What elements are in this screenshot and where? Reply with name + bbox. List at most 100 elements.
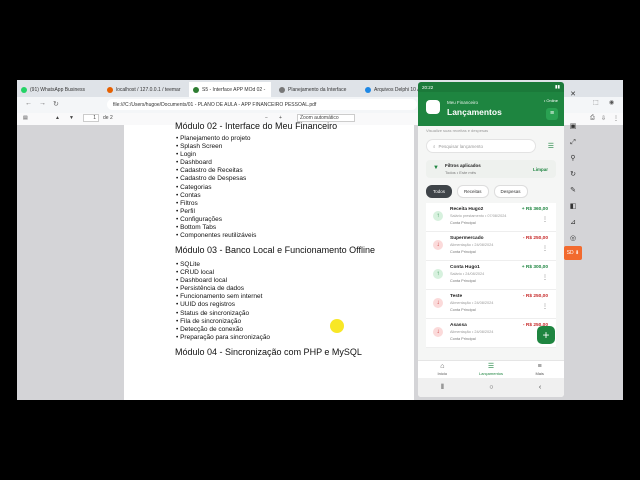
more-options-icon[interactable]: ⋮ bbox=[542, 245, 548, 252]
expense-arrow-icon: ↓ bbox=[433, 298, 443, 308]
page-number-input[interactable]: 1 bbox=[83, 114, 99, 122]
pdf-list-modulo-02: • Planejamento do projeto • Splash Screen… bbox=[176, 135, 256, 240]
tab-despesas[interactable]: Despesas bbox=[493, 185, 528, 198]
pdf-list-item: • Dashboard bbox=[176, 159, 212, 167]
extensions-icon[interactable]: ⬚ bbox=[593, 99, 599, 106]
battery-icon: ▮▮ bbox=[555, 84, 560, 89]
more-options-icon[interactable]: ⋮ bbox=[542, 303, 548, 310]
tab-whatsapp[interactable]: (91) WhatsApp Business bbox=[17, 82, 99, 97]
clear-filter-button[interactable]: Limpar bbox=[533, 167, 548, 172]
app-header: Meu Financeiro Lançamentos • Online ≡ bbox=[418, 92, 564, 126]
chart-icon[interactable]: ⊿ bbox=[568, 218, 578, 228]
forward-icon[interactable]: → bbox=[39, 100, 46, 107]
transaction-row[interactable]: ↑ Conta Hugo1 Salário • 24/08/2024 Conta Pr… bbox=[426, 261, 556, 290]
transaction-name: Supermercado bbox=[450, 236, 484, 241]
fullscreen-icon[interactable]: ⤢ bbox=[568, 138, 578, 148]
wallet-icon bbox=[426, 100, 440, 114]
menu-dots-icon[interactable]: ⋮ bbox=[613, 115, 619, 122]
target-icon[interactable]: ◎ bbox=[568, 234, 578, 244]
more-options-icon[interactable]: ⋮ bbox=[542, 274, 548, 281]
reload-icon[interactable]: ↻ bbox=[53, 100, 59, 108]
funnel-icon: ▼ bbox=[433, 165, 439, 171]
transaction-account: Conta Principal bbox=[450, 221, 476, 225]
profile-icon[interactable]: ◉ bbox=[609, 99, 614, 106]
transaction-account: Conta Principal bbox=[450, 279, 476, 283]
transaction-desc: Salário prestamento • 07/08/2024 bbox=[450, 214, 507, 218]
pdf-list-item: • Componentes reutilizáveis bbox=[176, 232, 257, 240]
pdf-list-item: • Cadastro de Receitas bbox=[176, 167, 243, 175]
tab-localhost[interactable]: localhost / 127.0.0.1 / teemar bbox=[103, 82, 185, 97]
section-hint: Visualize suas receitas e despesas bbox=[426, 128, 489, 133]
transaction-name: Asassa bbox=[450, 323, 467, 328]
home-circle-icon[interactable]: ○ bbox=[489, 384, 493, 391]
tab-planejamento[interactable]: Planejamento da Interface bbox=[275, 82, 357, 97]
cursor-highlight bbox=[330, 319, 344, 333]
pdf-heading-modulo-03: Módulo 03 - Banco Local e Funcionamento … bbox=[175, 245, 375, 255]
back-icon[interactable]: ← bbox=[25, 100, 32, 107]
more-options-icon[interactable]: ⋮ bbox=[542, 216, 548, 223]
page-total: de 2 bbox=[103, 115, 113, 121]
app-subtitle: Meu Financeiro bbox=[447, 100, 479, 105]
prev-page-icon[interactable]: ▲ bbox=[55, 115, 60, 121]
status-badge: • Online bbox=[543, 98, 558, 103]
income-arrow-icon: ↑ bbox=[433, 211, 443, 221]
pdf-list-item: • Status de sincronização bbox=[176, 309, 250, 317]
save-icon[interactable]: ⇩ bbox=[601, 115, 606, 122]
bottom-tabs: ⌂ Início ☰ Lançamentos ≡ Mais bbox=[418, 360, 564, 379]
pdf-list-item: • UUID dos registros bbox=[176, 301, 235, 309]
pdf-list-item: • Cadastro de Despesas bbox=[176, 175, 247, 183]
close-icon[interactable]: ✕ bbox=[568, 90, 578, 100]
home-icon: ⌂ bbox=[440, 363, 445, 370]
transaction-row[interactable]: ↑ Receita Hugo2 Salário prestamento • 07/0… bbox=[426, 203, 556, 232]
nav-inicio[interactable]: ⌂ Início bbox=[418, 361, 467, 379]
pdf-list-item: • CRUD local bbox=[176, 269, 215, 277]
tab-todos[interactable]: Todos bbox=[426, 185, 453, 198]
transaction-name: Receita Hugo2 bbox=[450, 207, 484, 212]
pdf-list-item: • SQLite bbox=[176, 261, 200, 268]
transaction-desc: Alimentação • 24/08/2024 bbox=[450, 301, 494, 305]
whatsapp-icon bbox=[21, 86, 27, 93]
drive-icon bbox=[365, 86, 371, 93]
search-input[interactable]: ⌕ Pesquisar lançamento bbox=[426, 139, 536, 153]
nav-mais[interactable]: ≡ Mais bbox=[515, 361, 564, 379]
sd-badge[interactable]: SD ⬇ bbox=[564, 246, 582, 260]
back-arrow-icon[interactable]: ‹ bbox=[539, 384, 541, 391]
sidebar-toggle-icon[interactable]: ▤ bbox=[23, 115, 28, 121]
type-tabs: Todos Receitas Despesas bbox=[426, 185, 528, 198]
nav-lancamentos[interactable]: ☰ Lançamentos bbox=[467, 361, 516, 379]
transactions-list: ↑ Receita Hugo2 Salário prestamento • 07/0… bbox=[426, 203, 556, 348]
url-field[interactable]: file:///C:/Users/hugoe/Documents/01 - PL… bbox=[107, 99, 417, 110]
pen-icon[interactable]: ✎ bbox=[568, 186, 578, 196]
filter-icon[interactable]: ☰ bbox=[548, 142, 554, 150]
add-transaction-button[interactable]: + bbox=[537, 326, 555, 344]
transaction-value: - R$ 250,00 bbox=[522, 236, 548, 241]
tab-interface[interactable]: S5 - Interface APP MOd 02 - bbox=[189, 82, 271, 97]
pdf-list-item: • Preparação para sincronização bbox=[176, 333, 271, 341]
pdf-list-item: • Categorias bbox=[176, 183, 212, 191]
android-emulator: 20:22 ▮▮ Meu Financeiro Lançamentos • Onl… bbox=[418, 82, 564, 397]
pdf-list-item: • Perfil bbox=[176, 207, 195, 215]
recents-icon[interactable]: ⦀ bbox=[441, 384, 444, 392]
transaction-value: + R$ 300,00 bbox=[521, 265, 548, 270]
menu-button[interactable]: ≡ bbox=[546, 108, 558, 120]
rotate-icon[interactable]: ↻ bbox=[568, 170, 578, 180]
next-page-icon[interactable]: ▼ bbox=[69, 115, 74, 121]
print-icon[interactable]: ⎙ bbox=[590, 115, 595, 122]
pin-icon[interactable]: ⚲ bbox=[568, 154, 578, 164]
transaction-desc: Salário • 24/08/2024 bbox=[450, 272, 485, 276]
document-icon bbox=[279, 86, 285, 93]
desktop-screen: (91) WhatsApp Business localhost / 127.0… bbox=[17, 80, 623, 400]
transaction-desc: Alimentação • 24/08/2024 bbox=[450, 330, 494, 334]
screenshot-icon[interactable]: ▣ bbox=[568, 122, 578, 132]
transaction-row[interactable]: ↓ Teste Alimentação • 24/08/2024 Conta Prin… bbox=[426, 290, 556, 319]
more-icon: ≡ bbox=[537, 363, 542, 370]
pdf-list-item: • Filtros bbox=[176, 199, 198, 207]
transaction-row[interactable]: ↓ Supermercado Alimentação • 24/08/2024 Con… bbox=[426, 232, 556, 261]
pdf-heading-modulo-02: Módulo 02 - Interface do Meu Financeiro bbox=[175, 121, 338, 131]
pdf-list-modulo-03: • SQLite • CRUD local • Dashboard local • P… bbox=[176, 261, 270, 342]
expense-arrow-icon: ↓ bbox=[433, 240, 443, 250]
layers-icon[interactable]: ◧ bbox=[568, 202, 578, 212]
tab-receitas[interactable]: Receitas bbox=[457, 185, 489, 198]
transaction-account: Conta Principal bbox=[450, 250, 476, 254]
transaction-name: Teste bbox=[450, 294, 463, 299]
